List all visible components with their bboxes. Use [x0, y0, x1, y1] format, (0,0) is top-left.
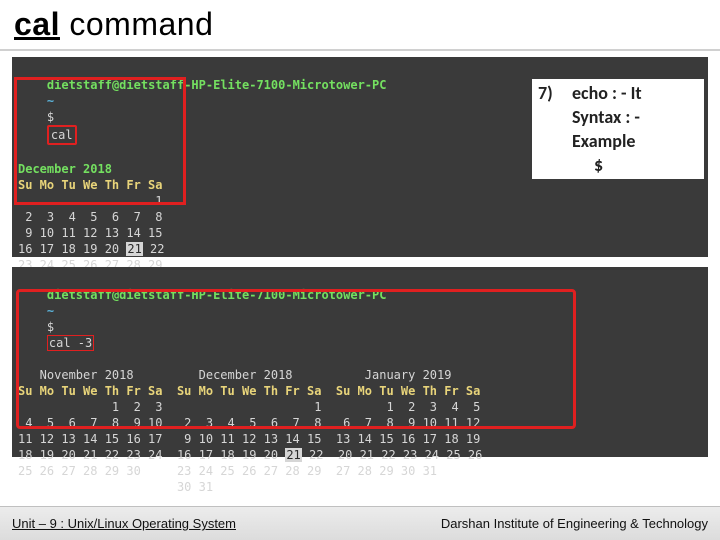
calendar-row: 1 [18, 193, 702, 209]
slide-title: cal command [0, 0, 720, 47]
footer-right: Darshan Institute of Engineering & Techn… [441, 516, 708, 531]
title-divider [0, 49, 720, 51]
background-slide-text: 7)echo : - It Syntax : - Example $ [532, 79, 704, 179]
today-highlight-2: 21 [285, 448, 301, 462]
calendar-row: 2 3 4 5 6 7 8 [18, 209, 702, 225]
prompt-cwd: ~ [47, 94, 54, 108]
calendar3-row: 25 26 27 28 29 30 23 24 25 26 27 28 29 2… [18, 463, 702, 479]
prompt-host: dietstaff-HP-Elite-7100-Microtower-PC [119, 78, 386, 92]
ghost-line: $ [594, 154, 603, 176]
ghost-line: Syntax : - [572, 106, 640, 128]
prompt-line-2: dietstaff@dietstaff-HP-Elite-7100-Microt… [18, 271, 702, 367]
calendar-row: 9 10 11 12 13 14 15 [18, 225, 702, 241]
slide-footer: Unit – 9 : Unix/Linux Operating System D… [0, 506, 720, 540]
calendar-month-header: December 2018 [18, 161, 112, 177]
terminal-cal: dietstaff@dietstaff-HP-Elite-7100-Microt… [12, 57, 708, 257]
prompt-user: dietstaff [47, 78, 112, 92]
three-month-header: November 2018 December 2018 January 2019 [18, 367, 702, 383]
title-bold: cal [14, 6, 60, 42]
calendar3-row: 11 12 13 14 15 16 17 9 10 11 12 13 14 15… [18, 431, 702, 447]
ghost-num: 7) [538, 81, 572, 105]
ghost-line: Example [572, 130, 635, 152]
calendar3-row: 18 19 20 21 22 23 24 16 17 18 19 20 21 2… [18, 447, 702, 463]
calendar-daynames: Su Mo Tu We Th Fr Sa [18, 177, 702, 193]
calendar3-row: 30 31 [18, 479, 702, 495]
footer-left: Unit – 9 : Unix/Linux Operating System [12, 516, 236, 531]
calendar-row: 16 17 18 19 20 21 22 [18, 241, 702, 257]
title-rest: command [60, 6, 213, 42]
calendar3-row: 4 5 6 7 8 9 10 2 3 4 5 6 7 8 6 7 8 9 10 … [18, 415, 702, 431]
prompt-sigil: $ [47, 110, 54, 124]
ghost-line: echo : - It [572, 82, 642, 104]
calendar3-row: 1 2 3 1 1 2 3 4 5 [18, 399, 702, 415]
command-text: cal [51, 128, 73, 142]
today-highlight: 21 [126, 242, 142, 256]
command-highlight: cal [47, 125, 77, 145]
command-text-2: cal -3 [47, 335, 94, 351]
terminal-cal-3: dietstaff@dietstaff-HP-Elite-7100-Microt… [12, 267, 708, 457]
three-month-daynames: Su Mo Tu We Th Fr Sa Su Mo Tu We Th Fr S… [18, 383, 702, 399]
